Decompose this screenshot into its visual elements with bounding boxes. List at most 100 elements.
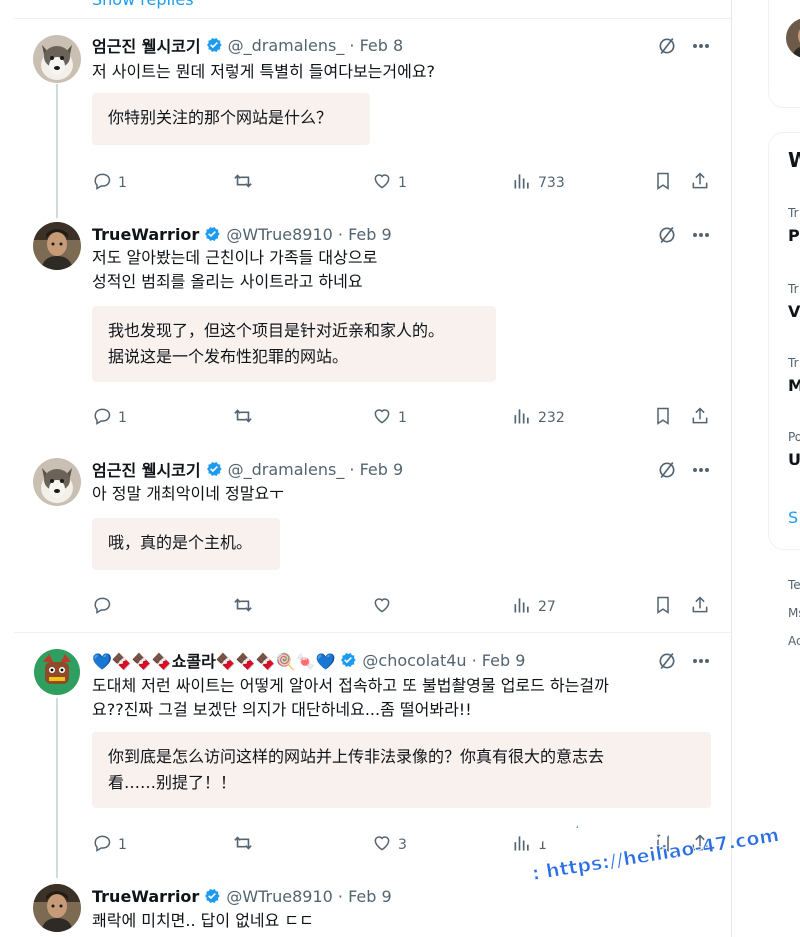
bookmark-button[interactable] xyxy=(654,834,672,856)
tweet-2[interactable]: TrueWarrior @WTrue8910 · Feb 9 저도 알아봤는데 … xyxy=(0,214,731,450)
display-name[interactable]: 💙🍫🍫🍫쇼콜라🍫🍫🍫🍭🍬💙 xyxy=(92,648,335,672)
show-more-link[interactable]: S xyxy=(788,508,798,527)
tweet-5[interactable]: TrueWarrior @WTrue8910 · Feb 9 쾌락에 미치면..… xyxy=(0,872,731,937)
share-icon xyxy=(690,171,710,195)
trend-item[interactable]: M xyxy=(788,376,800,395)
views-icon xyxy=(512,406,532,430)
views-button[interactable]: 27 xyxy=(512,596,556,618)
heart-icon xyxy=(372,595,392,619)
bookmark-button[interactable] xyxy=(654,172,672,194)
more-icon[interactable] xyxy=(690,650,712,672)
tweet-header: TrueWarrior @WTrue8910 · Feb 9 xyxy=(92,222,392,246)
tweet-1[interactable]: 엄근진 웰시코기 @_dramalens_ · Feb 8 저 사이트는 뭔데 … xyxy=(0,0,731,218)
views-count: 232 xyxy=(538,410,565,426)
repost-icon xyxy=(232,406,254,430)
tweet-text: 쾌락에 미치면.. 답이 없네요 ㄷㄷ xyxy=(92,911,314,930)
share-button[interactable] xyxy=(690,834,710,856)
handle-and-date[interactable]: @WTrue8910 · Feb 9 xyxy=(226,225,391,244)
bookmark-button[interactable] xyxy=(654,596,672,618)
avatar[interactable] xyxy=(33,35,81,83)
grok-icon[interactable] xyxy=(656,224,678,246)
bookmark-icon xyxy=(654,833,672,857)
repost-icon xyxy=(232,833,254,857)
verified-badge-icon xyxy=(203,887,221,905)
heart-icon xyxy=(372,406,392,430)
reply-count: 1 xyxy=(118,837,127,853)
like-button[interactable]: 1 xyxy=(372,407,407,429)
reply-button[interactable]: 1 xyxy=(92,407,127,429)
display-name[interactable]: TrueWarrior xyxy=(92,225,199,244)
views-icon xyxy=(512,833,532,857)
trends-title: W xyxy=(788,148,800,172)
display-name[interactable]: TrueWarrior xyxy=(92,887,199,906)
verified-badge-icon xyxy=(205,36,223,54)
footer-link[interactable]: Ac xyxy=(788,634,800,648)
bookmark-icon xyxy=(654,406,672,430)
views-count: 733 xyxy=(538,175,565,191)
like-count: 3 xyxy=(398,837,407,853)
more-icon[interactable] xyxy=(690,224,712,246)
more-icon[interactable] xyxy=(690,459,712,481)
trend-item[interactable]: U xyxy=(788,450,800,469)
avatar[interactable] xyxy=(33,222,81,270)
views-icon xyxy=(512,595,532,619)
reply-button[interactable] xyxy=(92,596,118,618)
like-count: 1 xyxy=(398,175,407,191)
action-bar: 1 3 1 xyxy=(0,834,731,856)
views-button[interactable]: 733 xyxy=(512,172,565,194)
reply-button[interactable]: 1 xyxy=(92,834,127,856)
share-icon xyxy=(690,406,710,430)
translation-box: 你到底是怎么访问这样的网站并上传非法录像的？你真有很大的意志去 看……别提了！！ xyxy=(92,732,711,808)
handle-and-date[interactable]: @WTrue8910 · Feb 9 xyxy=(226,887,391,906)
handle-and-date[interactable]: @_dramalens_ · Feb 8 xyxy=(228,36,404,55)
tweet-3[interactable]: 엄근진 웰시코기 @_dramalens_ · Feb 9 아 정말 개최악이네… xyxy=(0,450,731,634)
divider xyxy=(14,632,731,633)
repost-button[interactable] xyxy=(232,596,260,618)
footer-link[interactable]: Te xyxy=(788,578,800,592)
trend-context: Tr xyxy=(788,206,799,220)
repost-button[interactable] xyxy=(232,407,260,429)
tweet-text: 아 정말 개최악이네 정말요ㅜ xyxy=(92,484,284,503)
avatar[interactable] xyxy=(33,884,81,932)
tweet-header: TrueWarrior @WTrue8910 · Feb 9 xyxy=(92,884,392,908)
reply-button[interactable]: 1 xyxy=(92,172,127,194)
share-button[interactable] xyxy=(690,596,710,618)
tweet-text: 도대체 저런 싸이트는 어떻게 알아서 접속하고 또 불법촬영물 업로드 하는걸… xyxy=(92,676,609,719)
trend-item[interactable]: P xyxy=(788,226,800,245)
reply-icon xyxy=(92,171,112,195)
repost-button[interactable] xyxy=(232,172,260,194)
reply-icon xyxy=(92,595,112,619)
trend-item[interactable]: V xyxy=(788,302,800,321)
like-button[interactable] xyxy=(372,596,398,618)
tweet-4[interactable]: 💙🍫🍫🍫쇼콜라🍫🍫🍫🍭🍬💙 @chocolat4u · Feb 9 도대체 저런… xyxy=(0,634,731,878)
tweet-header: 엄근진 웰시코기 @_dramalens_ · Feb 9 xyxy=(92,457,403,481)
like-button[interactable]: 3 xyxy=(372,834,407,856)
share-button[interactable] xyxy=(690,407,710,429)
bookmark-icon xyxy=(654,171,672,195)
verified-badge-icon xyxy=(205,460,223,478)
grok-icon[interactable] xyxy=(656,35,678,57)
footer-link[interactable]: Ms xyxy=(788,606,800,620)
handle-and-date[interactable]: @chocolat4u · Feb 9 xyxy=(362,651,525,670)
display-name[interactable]: 엄근진 웰시코기 xyxy=(92,457,201,481)
heart-icon xyxy=(372,171,392,195)
bookmark-button[interactable] xyxy=(654,407,672,429)
grok-icon[interactable] xyxy=(656,650,678,672)
share-button[interactable] xyxy=(690,172,710,194)
like-button[interactable]: 1 xyxy=(372,172,407,194)
translation-box: 你特别关注的那个网站是什么？ xyxy=(92,93,370,145)
more-icon[interactable] xyxy=(690,35,712,57)
grok-icon[interactable] xyxy=(656,459,678,481)
tweet-text: 저 사이트는 뭔데 저렇게 특별히 들여다보는거에요? xyxy=(92,62,436,81)
avatar[interactable] xyxy=(33,458,81,506)
reply-count: 1 xyxy=(118,175,127,191)
views-count: 1 xyxy=(538,837,547,853)
display-name[interactable]: 엄근진 웰시코기 xyxy=(92,33,201,57)
repost-button[interactable] xyxy=(232,834,260,856)
reply-icon xyxy=(92,833,112,857)
avatar[interactable] xyxy=(33,648,81,696)
views-button[interactable]: 1 xyxy=(512,834,547,856)
handle-and-date[interactable]: @_dramalens_ · Feb 9 xyxy=(228,460,404,479)
views-button[interactable]: 232 xyxy=(512,407,565,429)
like-count: 1 xyxy=(398,410,407,426)
